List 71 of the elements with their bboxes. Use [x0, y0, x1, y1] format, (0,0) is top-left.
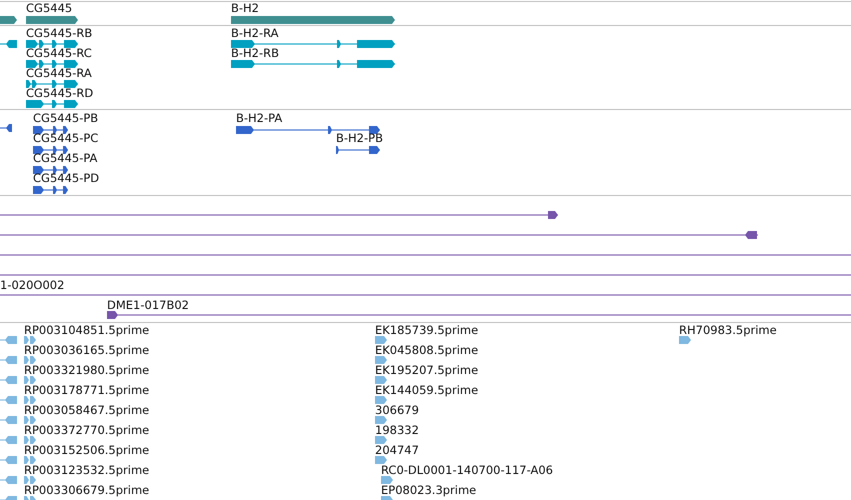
est-glyph[interactable]: [375, 396, 387, 404]
partial-feature-glyph[interactable]: [0, 231, 758, 239]
feature-label: RP003306679.5prime: [24, 484, 150, 497]
feature-label: CG5445-PB: [33, 112, 98, 125]
feature-label: 198332: [375, 424, 419, 437]
protein-glyph[interactable]: [236, 126, 380, 134]
protein-glyph[interactable]: [336, 146, 380, 154]
feature-label: CG5445-RC: [26, 47, 92, 60]
est-glyph[interactable]: [375, 336, 387, 344]
est-glyph[interactable]: [375, 356, 387, 364]
feature-label: RP003036165.5prime: [24, 344, 150, 357]
feature-label: RH70983.5prime: [679, 324, 777, 337]
feature-label: EK045808.5prime: [375, 344, 478, 357]
feature-label: CG5445-PD: [33, 172, 100, 185]
protein-glyph[interactable]: [33, 126, 68, 134]
feature-label: B-H2-RB: [231, 47, 280, 60]
feature-label: B-H2-RA: [231, 27, 279, 40]
feature-label: RC0-DL0001-140700-117-A06: [381, 464, 553, 477]
est-glyph[interactable]: [24, 336, 36, 344]
est-glyph[interactable]: [381, 476, 393, 484]
feature-label: B-H2: [231, 2, 260, 15]
est-glyph[interactable]: [375, 376, 387, 384]
feature-label: 204747: [375, 444, 419, 457]
feature-label: B-H2-PA: [236, 112, 282, 125]
feature-label: CG5445-PC: [33, 132, 98, 145]
transcript-glyph[interactable]: [26, 100, 78, 108]
feature-label: RP003104851.5prime: [24, 324, 150, 337]
est-glyph[interactable]: [375, 436, 387, 444]
partial-feature-glyph[interactable]: [0, 16, 17, 24]
est-glyph[interactable]: [375, 456, 387, 464]
clone-glyph[interactable]: [107, 311, 851, 319]
feature-label: DME1-017B02: [107, 299, 189, 312]
protein-glyph[interactable]: [33, 146, 68, 154]
partial-feature-glyph[interactable]: [0, 40, 17, 48]
protein-glyph[interactable]: [33, 186, 68, 194]
feature-label: RP003372770.5prime: [24, 424, 150, 437]
est-glyph[interactable]: [679, 336, 691, 344]
gene-glyph[interactable]: [26, 16, 78, 24]
feature-label: RP003178771.5prime: [24, 384, 150, 397]
feature-label: 1-020O002: [0, 279, 64, 292]
partial-feature-glyph[interactable]: [0, 124, 12, 132]
feature-label: EK185739.5prime: [375, 324, 478, 337]
feature-label: RP003152506.5prime: [24, 444, 150, 457]
feature-label: CG5445-RB: [26, 27, 92, 40]
protein-glyph[interactable]: [33, 166, 68, 174]
transcript-glyph[interactable]: [231, 40, 395, 48]
est-glyph[interactable]: [24, 376, 36, 384]
feature-label: RP003058467.5prime: [24, 404, 150, 417]
est-glyph[interactable]: [375, 416, 387, 424]
transcript-glyph[interactable]: [26, 40, 78, 48]
est-glyph[interactable]: [24, 416, 36, 424]
est-glyph[interactable]: [24, 476, 36, 484]
transcript-glyph[interactable]: [231, 60, 395, 68]
est-glyph[interactable]: [24, 356, 36, 364]
feature-label: RP003321980.5prime: [24, 364, 150, 377]
transcript-glyph[interactable]: [26, 60, 78, 68]
feature-label: B-H2-PB: [336, 132, 383, 145]
feature-label: CG5445-RD: [26, 87, 94, 100]
feature-label: 306679: [375, 404, 419, 417]
est-glyph[interactable]: [24, 436, 36, 444]
feature-label: EK195207.5prime: [375, 364, 478, 377]
feature-label: RP003123532.5prime: [24, 464, 150, 477]
transcript-glyph[interactable]: [26, 80, 78, 88]
est-glyph[interactable]: [24, 396, 36, 404]
feature-label: CG5445-PA: [33, 152, 98, 165]
est-glyph[interactable]: [24, 456, 36, 464]
partial-feature-glyph[interactable]: [0, 211, 558, 219]
feature-label: EK144059.5prime: [375, 384, 478, 397]
feature-label: CG5445-RA: [26, 67, 92, 80]
feature-label: CG5445: [26, 2, 72, 15]
feature-label: EP08023.3prime: [381, 484, 476, 497]
